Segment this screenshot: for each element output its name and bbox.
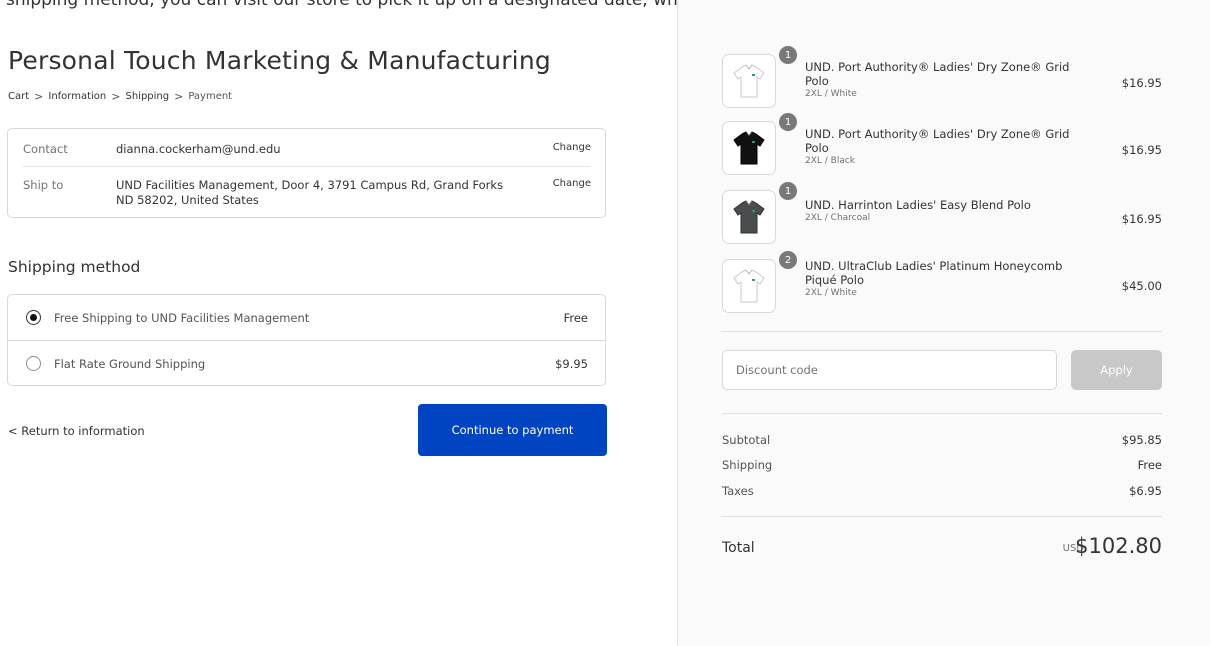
apply-discount-button[interactable]: Apply — [1071, 350, 1162, 390]
contact-value: dianna.cockerham@und.edu — [116, 142, 281, 156]
item-title: UND. Port Authority® Ladies' Dry Zone® G… — [805, 127, 1070, 155]
item-title: UND. Harrinton Ladies' Easy Blend Polo — [805, 198, 1031, 212]
quantity-badge: 1 — [779, 113, 797, 131]
polo-shirt-icon — [733, 200, 765, 234]
ship-to-value: UND Facilities Management, Door 4, 3791 … — [116, 178, 504, 207]
continue-to-payment-button[interactable]: Continue to payment — [418, 404, 607, 456]
line-item: 1 UND. Harrinton Ladies' Easy Blend Polo… — [722, 182, 1162, 246]
total-line: Total USD $102.80 — [722, 534, 1162, 562]
item-variant: 2XL / Black — [805, 156, 856, 166]
breadcrumb-cart[interactable]: Cart — [8, 91, 29, 102]
quantity-badge: 1 — [779, 182, 797, 200]
return-to-information-link[interactable]: < Return to information — [8, 424, 145, 438]
shipping-value: Free — [1137, 458, 1162, 472]
line-item: 1 UND. Port Authority® Ladies' Dry Zone®… — [722, 113, 1162, 177]
taxes-value: $6.95 — [1129, 484, 1162, 498]
breadcrumb-information[interactable]: Information — [48, 91, 106, 102]
taxes-label: Taxes — [722, 484, 754, 498]
item-title: UND. Port Authority® Ladies' Dry Zone® G… — [805, 60, 1070, 88]
chevron-right-icon: > — [111, 90, 121, 103]
divider — [722, 413, 1162, 414]
item-name: UND. Port Authority® Ladies' Dry Zone® G… — [805, 127, 1095, 167]
item-price: $16.95 — [1121, 143, 1162, 157]
subtotal-value: $95.85 — [1121, 433, 1162, 447]
breadcrumb: Cart > Information > Shipping > Payment — [8, 90, 232, 103]
radio-button-selected[interactable] — [26, 310, 41, 325]
total-label: Total — [722, 540, 755, 556]
change-contact-link[interactable]: Change — [553, 142, 591, 153]
product-thumbnail — [722, 190, 776, 244]
product-thumbnail — [722, 259, 776, 313]
divider — [722, 331, 1162, 332]
shipping-option-name: Flat Rate Ground Shipping — [54, 356, 206, 371]
line-item: 1 UND. Port Authority® Ladies' Dry Zone®… — [722, 46, 1162, 110]
item-variant: 2XL / Charcoal — [805, 213, 871, 223]
line-item: 2 UND. UltraClub Ladies' Platinum Honeyc… — [722, 251, 1162, 315]
change-ship-to-link[interactable]: Change — [553, 178, 591, 189]
shop-title[interactable]: Personal Touch Marketing & Manufacturing — [8, 46, 551, 75]
item-name: UND. Harrinton Ladies' Easy Blend Polo 2… — [805, 198, 1095, 224]
checkout-main: Personal Touch Marketing & Manufacturing… — [0, 0, 678, 646]
chevron-right-icon: > — [174, 90, 184, 103]
product-thumbnail — [722, 121, 776, 175]
divider — [23, 166, 591, 167]
item-title: UND. UltraClub Ladies' Platinum Honeycom… — [805, 259, 1063, 287]
radio-button[interactable] — [26, 356, 41, 371]
total-amount: $102.80 — [1075, 534, 1162, 558]
shipping-option-price: Free — [563, 310, 588, 325]
divider — [722, 516, 1162, 517]
shipping-label: Shipping — [722, 458, 773, 472]
shipping-method-heading: Shipping method — [8, 258, 141, 276]
item-variant: 2XL / White — [805, 89, 857, 99]
item-variant: 2XL / White — [805, 288, 857, 298]
item-price: $16.95 — [1121, 76, 1162, 90]
product-thumbnail — [722, 54, 776, 108]
polo-shirt-icon — [733, 64, 765, 98]
review-block: Contact dianna.cockerham@und.edu Change … — [7, 128, 606, 218]
contact-label: Contact — [23, 142, 68, 156]
breadcrumb-shipping: Shipping — [125, 91, 170, 102]
order-summary: 1 UND. Port Authority® Ladies' Dry Zone®… — [677, 0, 1210, 646]
item-name: UND. Port Authority® Ladies' Dry Zone® G… — [805, 60, 1095, 100]
shipping-option-name: Free Shipping to UND Facilities Manageme… — [54, 310, 310, 325]
breadcrumb-payment: Payment — [188, 91, 233, 102]
shipping-option-flat-rate[interactable]: Flat Rate Ground Shipping $9.95 — [8, 341, 605, 386]
ship-to-label: Ship to — [23, 178, 64, 192]
discount-code-input[interactable] — [722, 350, 1057, 390]
chevron-right-icon: > — [34, 90, 44, 103]
subtotal-label: Subtotal — [722, 433, 771, 447]
quantity-badge: 2 — [779, 251, 797, 269]
shipping-option-free[interactable]: Free Shipping to UND Facilities Manageme… — [8, 295, 605, 340]
quantity-badge: 1 — [779, 46, 797, 64]
item-price: $16.95 — [1121, 212, 1162, 226]
shipping-option-price: $9.95 — [555, 356, 588, 371]
polo-shirt-icon — [733, 131, 765, 165]
item-price: $45.00 — [1121, 279, 1162, 293]
polo-shirt-icon — [733, 269, 765, 303]
item-name: UND. UltraClub Ladies' Platinum Honeycom… — [805, 259, 1095, 299]
shipping-method-list: Free Shipping to UND Facilities Manageme… — [7, 294, 606, 386]
